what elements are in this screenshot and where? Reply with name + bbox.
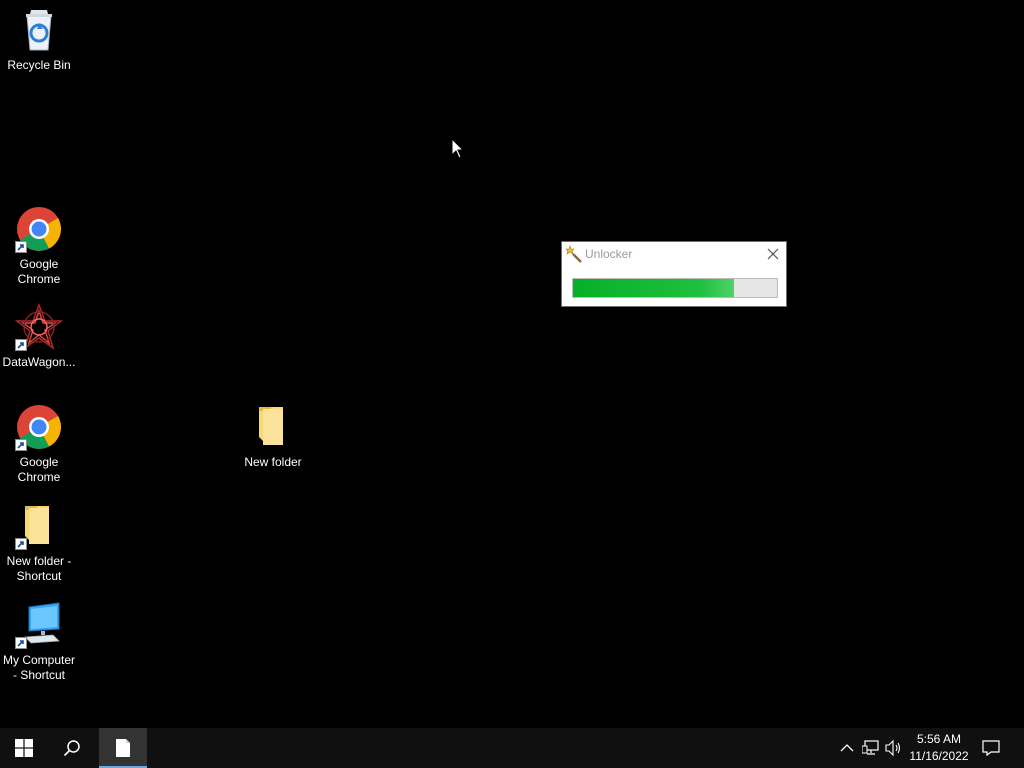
desktop-icon-google-chrome[interactable]: Google Chrome: [1, 205, 77, 287]
desktop-icon-label: My Computer - Shortcut: [2, 653, 76, 682]
shortcut-arrow-icon: [15, 339, 27, 351]
volume-icon: [885, 740, 901, 756]
desktop-icon-label: Google Chrome: [17, 455, 61, 484]
unlocker-dialog: Unlocker: [561, 241, 787, 307]
taskbar: 5:56 AM 11/16/2022: [0, 728, 1024, 768]
folder-icon: [15, 502, 63, 550]
mouse-cursor-icon: [451, 137, 465, 165]
folder-icon: [249, 403, 297, 451]
desktop-icon-datawagon[interactable]: DataWagon...: [1, 303, 77, 370]
recycle-bin-icon: [15, 6, 63, 54]
desktop-icon-new-folder-shortcut[interactable]: New folder - Shortcut: [1, 502, 77, 584]
shortcut-arrow-icon: [15, 439, 27, 451]
progress-bar: [572, 278, 778, 298]
close-icon: [767, 248, 779, 260]
show-hidden-icons-button[interactable]: [837, 738, 857, 758]
desktop-icon-recycle-bin[interactable]: Recycle Bin: [1, 6, 77, 73]
network-icon: [862, 740, 879, 755]
notifications-button[interactable]: [981, 738, 1001, 758]
desktop-icon-google-chrome[interactable]: Google Chrome: [1, 403, 77, 485]
shortcut-arrow-icon: [15, 637, 27, 649]
network-button[interactable]: [861, 738, 881, 758]
datawagon-icon: [14, 303, 64, 351]
volume-button[interactable]: [884, 738, 904, 758]
dialog-title: Unlocker: [585, 247, 633, 261]
wand-icon: [565, 245, 583, 263]
desktop-icon-my-computer-shortcut[interactable]: My Computer - Shortcut: [1, 601, 77, 683]
shortcut-arrow-icon: [15, 241, 27, 253]
progress-bar-fill: [573, 279, 735, 297]
start-button[interactable]: [0, 728, 48, 768]
clock[interactable]: 5:56 AM 11/16/2022: [906, 731, 972, 765]
chrome-icon: [15, 403, 63, 451]
computer-icon: [15, 601, 63, 649]
desktop-icon-new-folder[interactable]: New folder: [235, 403, 311, 470]
windows-logo-icon: [15, 739, 33, 757]
search-icon: [63, 740, 80, 757]
desktop-icon-label: New folder: [244, 455, 302, 469]
desktop-icon-label: DataWagon...: [2, 355, 76, 369]
chrome-icon: [15, 205, 63, 253]
desktop-icon-label: Google Chrome: [17, 257, 61, 286]
desktop-icon-label: Recycle Bin: [7, 58, 71, 72]
close-button[interactable]: [764, 245, 782, 263]
clock-time: 5:56 AM: [916, 732, 962, 746]
shortcut-arrow-icon: [15, 538, 27, 550]
document-icon: [116, 739, 130, 757]
search-button[interactable]: [48, 728, 96, 768]
dialog-titlebar[interactable]: Unlocker: [562, 242, 786, 266]
clock-date: 11/16/2022: [909, 749, 969, 763]
chevron-up-icon: [840, 744, 854, 752]
desktop: Recycle Bin Google Chrome DataWagon... G…: [0, 0, 1024, 728]
notification-icon: [982, 740, 1000, 757]
desktop-icon-label: New folder - Shortcut: [6, 554, 72, 583]
taskbar-app-document[interactable]: [99, 728, 147, 768]
